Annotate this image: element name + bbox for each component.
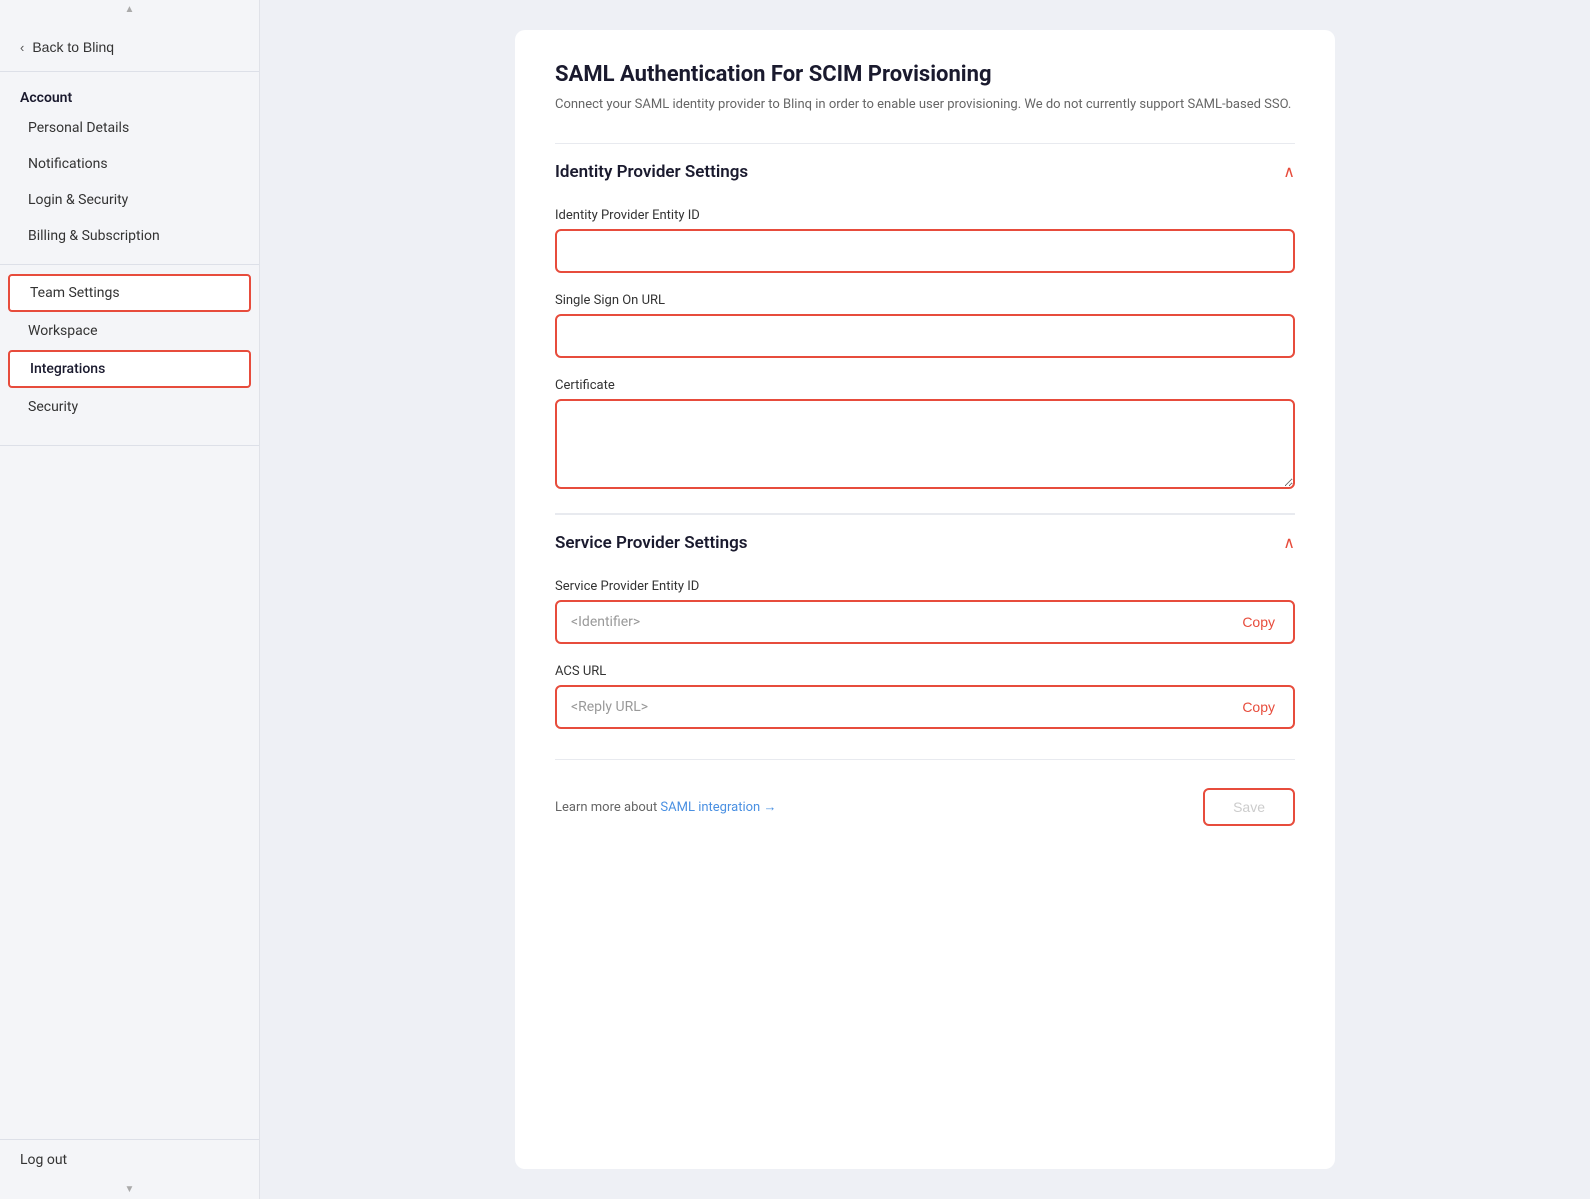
service-provider-section-title: Service Provider Settings	[555, 533, 748, 553]
scroll-down-indicator: ▼	[0, 1180, 259, 1199]
page-description: Connect your SAML identity provider to B…	[555, 95, 1295, 115]
sidebar-item-notifications[interactable]: Notifications	[8, 147, 251, 181]
sso-url-label: Single Sign On URL	[555, 293, 1295, 308]
sp-entity-id-label: Service Provider Entity ID	[555, 579, 1295, 594]
entity-id-field-group: Identity Provider Entity ID	[555, 208, 1295, 273]
sidebar-item-personal-details[interactable]: Personal Details	[8, 111, 251, 145]
acs-url-value: <Reply URL>	[571, 699, 648, 715]
notifications-label: Notifications	[28, 156, 108, 172]
identity-provider-section-title: Identity Provider Settings	[555, 162, 748, 182]
account-section-label: Account	[0, 80, 259, 110]
sidebar-divider-mid	[0, 264, 259, 265]
entity-id-label: Identity Provider Entity ID	[555, 208, 1295, 223]
logout-button[interactable]: Log out	[0, 1139, 259, 1180]
certificate-label: Certificate	[555, 378, 1295, 393]
main-content: SAML Authentication For SCIM Provisionin…	[260, 0, 1590, 1199]
learn-more-text: Learn more about SAML integration →	[555, 799, 776, 815]
billing-label: Billing & Subscription	[28, 228, 160, 244]
identity-provider-section-header: Identity Provider Settings ∧	[555, 143, 1295, 192]
sp-entity-id-field-group: Service Provider Entity ID <Identifier> …	[555, 579, 1295, 644]
login-security-label: Login & Security	[28, 192, 128, 208]
sidebar-divider-bottom	[0, 445, 259, 446]
content-card: SAML Authentication For SCIM Provisionin…	[515, 30, 1335, 1169]
learn-more-prefix: Learn more about	[555, 800, 660, 815]
sso-url-input[interactable]	[555, 314, 1295, 358]
sidebar-item-login-security[interactable]: Login & Security	[8, 183, 251, 217]
team-settings-label: Team Settings	[30, 285, 120, 301]
entity-id-input[interactable]	[555, 229, 1295, 273]
acs-url-copy-button[interactable]: Copy	[1238, 699, 1279, 715]
acs-url-field-group: ACS URL <Reply URL> Copy	[555, 664, 1295, 729]
workspace-label: Workspace	[28, 323, 98, 339]
integrations-label: Integrations	[30, 361, 105, 377]
service-provider-toggle[interactable]: ∧	[1283, 533, 1295, 553]
personal-details-label: Personal Details	[28, 120, 129, 136]
sidebar-item-team-settings[interactable]: Team Settings	[8, 274, 251, 312]
sidebar: ▲ ‹ Back to Blinq Account Personal Detai…	[0, 0, 260, 1199]
chevron-left-icon: ‹	[20, 40, 24, 55]
sidebar-item-workspace[interactable]: Workspace	[8, 314, 251, 348]
logout-label: Log out	[20, 1152, 67, 1168]
save-button[interactable]: Save	[1203, 788, 1295, 826]
sidebar-item-security[interactable]: Security	[8, 390, 251, 424]
scroll-up-indicator: ▲	[0, 0, 259, 19]
sidebar-divider-top	[0, 71, 259, 72]
page-title: SAML Authentication For SCIM Provisionin…	[555, 62, 1295, 87]
back-button[interactable]: ‹ Back to Blinq	[0, 19, 259, 71]
sidebar-item-billing[interactable]: Billing & Subscription	[8, 219, 251, 253]
security-label: Security	[28, 399, 78, 415]
service-provider-section-header: Service Provider Settings ∧	[555, 514, 1295, 563]
saml-integration-link[interactable]: SAML integration →	[660, 800, 776, 815]
certificate-textarea[interactable]	[555, 399, 1295, 489]
sidebar-item-integrations[interactable]: Integrations	[8, 350, 251, 388]
identity-provider-toggle[interactable]: ∧	[1283, 162, 1295, 182]
certificate-field-group: Certificate	[555, 378, 1295, 493]
sp-entity-id-readonly: <Identifier> Copy	[555, 600, 1295, 644]
back-button-label: Back to Blinq	[32, 39, 114, 55]
footer-separator	[555, 759, 1295, 760]
sp-entity-id-value: <Identifier>	[571, 614, 640, 630]
acs-url-readonly: <Reply URL> Copy	[555, 685, 1295, 729]
sso-url-field-group: Single Sign On URL	[555, 293, 1295, 358]
card-footer: Learn more about SAML integration → Save	[555, 770, 1295, 846]
sp-entity-id-copy-button[interactable]: Copy	[1238, 614, 1279, 630]
acs-url-label: ACS URL	[555, 664, 1295, 679]
